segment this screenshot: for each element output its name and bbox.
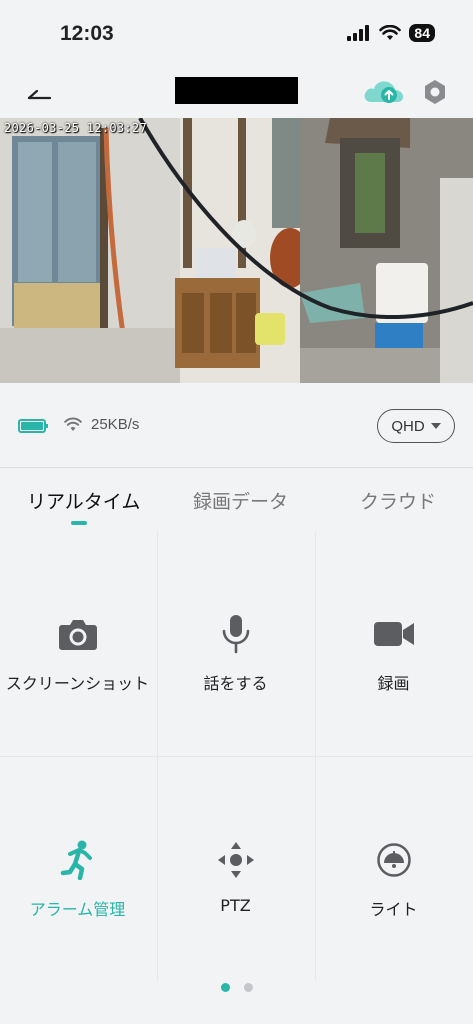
tab-bar: リアルタイム 録画データ クラウド bbox=[0, 469, 473, 531]
nav-bar bbox=[0, 70, 473, 118]
alarm-management-button[interactable]: アラーム管理 bbox=[0, 757, 155, 979]
record-label: 録画 bbox=[377, 674, 410, 693]
quality-select[interactable]: QHD bbox=[377, 409, 455, 443]
cloud-upload-icon bbox=[364, 81, 404, 103]
status-time: 12:03 bbox=[60, 22, 114, 45]
page-dot-1[interactable] bbox=[220, 983, 230, 992]
talk-label: 話をする bbox=[203, 674, 268, 693]
bitrate-text: 25KB/s bbox=[91, 416, 140, 433]
cloud-upload-button[interactable] bbox=[362, 76, 406, 108]
video-timestamp: 2026-03-25 12:03:27 bbox=[4, 121, 147, 135]
cellular-signal-icon bbox=[347, 25, 370, 41]
battery-level: 84 bbox=[409, 24, 435, 42]
record-button[interactable]: 録画 bbox=[316, 531, 471, 753]
settings-hex-icon bbox=[425, 80, 445, 104]
status-bar: 12:03 84 bbox=[0, 0, 473, 70]
active-tab-indicator bbox=[71, 521, 87, 525]
back-arrow-icon bbox=[27, 89, 52, 100]
light-button[interactable]: ライト bbox=[316, 757, 471, 979]
signal-wifi-icon bbox=[64, 417, 82, 431]
tab-realtime[interactable]: リアルタイム bbox=[27, 487, 140, 514]
quality-label: QHD bbox=[391, 417, 425, 435]
microphone-icon bbox=[215, 613, 257, 655]
ptz-dpad-icon bbox=[215, 839, 257, 881]
live-video-feed[interactable]: 2026-03-25 12:03:27 bbox=[0, 118, 473, 383]
screenshot-button[interactable]: スクリーンショット bbox=[0, 531, 155, 753]
lamp-icon bbox=[373, 839, 415, 881]
wifi-icon bbox=[379, 25, 402, 40]
page-dot-2[interactable] bbox=[243, 983, 253, 992]
running-person-icon bbox=[57, 839, 99, 881]
back-button[interactable] bbox=[24, 78, 56, 110]
tab-cloud[interactable]: クラウド bbox=[360, 487, 436, 514]
talk-button[interactable]: 話をする bbox=[158, 531, 313, 753]
ptz-label: PTZ bbox=[220, 896, 251, 915]
caret-down-icon bbox=[430, 423, 441, 429]
ptz-button[interactable]: PTZ bbox=[158, 757, 313, 979]
camera-battery-icon bbox=[18, 419, 48, 433]
camera-icon bbox=[57, 613, 99, 655]
stream-info-bar: 25KB/s QHD bbox=[0, 383, 473, 468]
camera-scene-image bbox=[0, 118, 473, 383]
tab-recordings[interactable]: 録画データ bbox=[193, 487, 288, 514]
status-icons: 84 bbox=[347, 24, 435, 42]
settings-button[interactable] bbox=[420, 76, 450, 108]
page-indicator bbox=[0, 983, 473, 997]
screenshot-label: スクリーンショット bbox=[5, 674, 150, 693]
alarm-management-label: アラーム管理 bbox=[29, 900, 126, 919]
video-camera-icon bbox=[373, 613, 415, 655]
light-label: ライト bbox=[369, 900, 418, 919]
control-grid: スクリーンショット 話をする 録画 アラーム管理 PTZ ライト bbox=[0, 531, 473, 981]
device-title bbox=[175, 77, 298, 104]
